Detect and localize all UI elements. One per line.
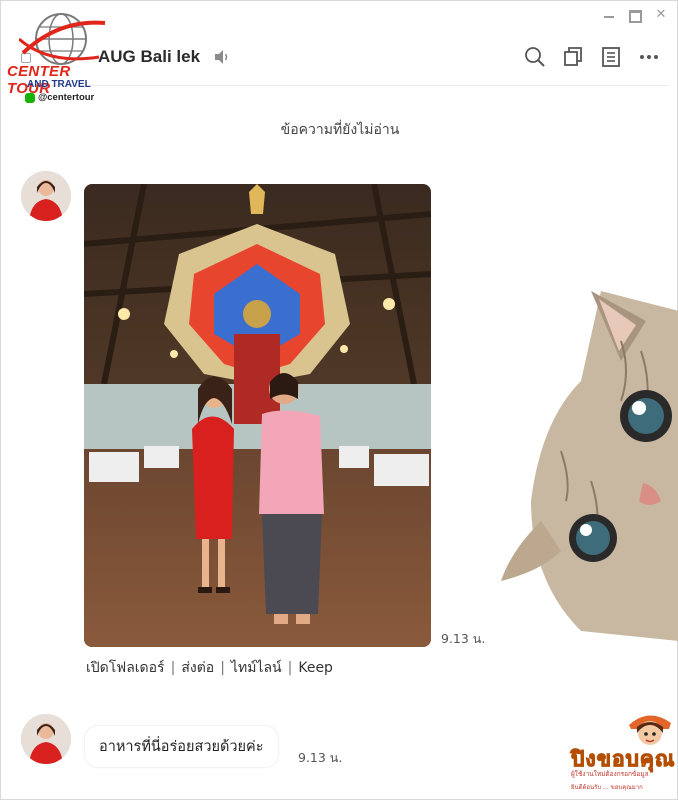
speaker-icon[interactable]: [213, 49, 231, 69]
shared-photo[interactable]: [84, 184, 431, 647]
more-icon[interactable]: [637, 45, 661, 69]
image-actions: เปิดโฟลเดอร์ | ส่งต่อ | ไทม์ไลน์ | Keep: [86, 657, 333, 679]
search-icon[interactable]: [523, 45, 547, 69]
logo-handle: @centertour: [25, 92, 94, 103]
logo-subtitle: AND TRAVEL: [27, 79, 91, 90]
minimize-button[interactable]: [601, 7, 617, 23]
line-app-icon: [25, 92, 35, 103]
notes-icon[interactable]: [599, 45, 623, 69]
mascot-icon: [629, 715, 671, 745]
header-icons: [523, 45, 661, 69]
message-time: 9.13 น.: [298, 750, 343, 765]
separator: |: [170, 660, 176, 676]
close-button[interactable]: ✕: [653, 7, 669, 23]
open-folder-link[interactable]: เปิดโฟลเดอร์: [86, 657, 165, 679]
chat-window: ✕ AUG Bali lek CENTER TOUR AND TRAVEL @c…: [0, 0, 678, 800]
sticker-caption: ยินดีต้อนรับ ... ขอบคุณมาก: [571, 784, 643, 791]
maximize-icon: [628, 10, 642, 23]
separator: |: [287, 660, 293, 676]
cat-sticker[interactable]: [471, 251, 678, 641]
minimize-icon: [604, 16, 614, 18]
cat-icon: [501, 291, 678, 641]
message-bubble[interactable]: อาหารที่นี่อร่อยสวยด้วยค่ะ: [84, 725, 279, 768]
thank-you-sticker: ปิงขอบคุณ ผู้ใช้งานใหม่ต้องกรอกข้อมูล ยิ…: [565, 707, 678, 801]
separator: |: [220, 660, 225, 676]
copy-icon[interactable]: [561, 45, 585, 69]
globe-icon: [19, 13, 106, 65]
forward-link[interactable]: ส่งต่อ: [181, 657, 214, 679]
center-tour-logo: CENTER TOUR AND TRAVEL @centertour: [5, 9, 117, 103]
window-controls: ✕: [601, 7, 669, 23]
unread-divider: ข้อความที่ยังไม่อ่าน: [280, 122, 400, 138]
close-icon: ✕: [655, 7, 667, 22]
logo-handle-text: @centertour: [38, 92, 95, 103]
maximize-button[interactable]: [627, 7, 643, 23]
timeline-link[interactable]: ไทม์ไลน์: [231, 657, 282, 679]
avatar[interactable]: [21, 714, 71, 764]
scrollbar[interactable]: [671, 97, 677, 787]
keep-link[interactable]: Keep: [298, 660, 333, 676]
photo-image: [84, 184, 431, 647]
sticker-caption: ผู้ใช้งานใหม่ต้องกรอกข้อมูล: [571, 770, 649, 778]
avatar[interactable]: [21, 171, 71, 221]
